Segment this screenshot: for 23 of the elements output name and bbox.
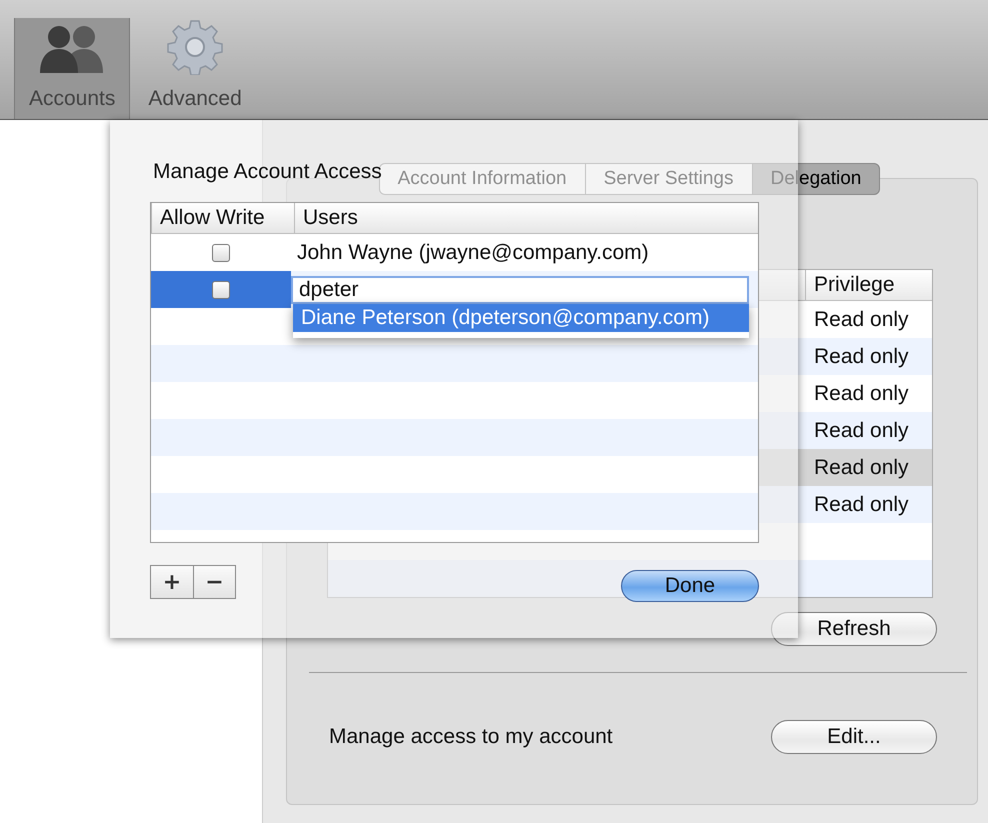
gear-icon — [167, 19, 224, 75]
user-input-field[interactable]: dpeter — [291, 276, 749, 304]
privilege-text: Read only — [814, 344, 909, 368]
table-row[interactable]: John Wayne (jwayne@company.com) — [151, 234, 758, 271]
access-label: Manage access to my account — [329, 725, 613, 749]
suggestion-item[interactable]: Diane Peterson (dpeterson@company.com) — [293, 304, 749, 332]
done-button[interactable]: Done — [621, 570, 759, 602]
privilege-text: Read only — [814, 456, 909, 480]
user-text: John Wayne (jwayne@company.com) — [297, 240, 649, 264]
remove-button[interactable]: − — [193, 566, 235, 598]
tab[interactable]: Delegation — [752, 163, 880, 195]
checkbox[interactable] — [212, 280, 230, 298]
edit-button[interactable]: Edit... — [771, 720, 937, 754]
column-header[interactable]: Users — [294, 203, 758, 233]
privilege-text: Read only — [814, 492, 909, 516]
checkbox[interactable] — [212, 244, 230, 262]
column-header[interactable]: Allow Write — [151, 203, 294, 233]
toolbar-button[interactable]: Advanced — [134, 18, 256, 119]
privilege-text: Read only — [814, 382, 909, 406]
privilege-text: Read only — [814, 418, 909, 442]
add-button[interactable]: + — [151, 566, 193, 598]
column-header[interactable]: Privilege — [805, 270, 932, 300]
refresh-button[interactable]: Refresh — [771, 612, 937, 646]
